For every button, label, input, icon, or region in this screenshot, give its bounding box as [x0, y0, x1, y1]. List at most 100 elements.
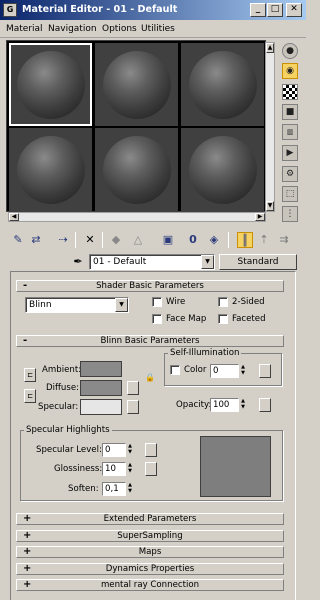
- menu-utilities[interactable]: Utilities: [141, 24, 175, 34]
- sample-type-sphere-icon[interactable]: ●: [282, 43, 298, 59]
- sample-uv-tiling-icon[interactable]: ■: [282, 104, 298, 120]
- rollout-shader-basic-parameters[interactable]: - Shader Basic Parameters: [16, 280, 284, 292]
- rollout-blinn-basic-parameters[interactable]: - Blinn Basic Parameters: [16, 335, 284, 347]
- diffuse-map-button[interactable]: [127, 381, 139, 395]
- face-map-label: Face Map: [166, 314, 207, 324]
- make-unique-icon[interactable]: △: [130, 232, 146, 248]
- opacity-spinner[interactable]: 100 ▲ ▼: [210, 398, 245, 412]
- background-checker-icon[interactable]: [282, 84, 298, 100]
- close-button[interactable]: ✕: [286, 3, 302, 17]
- backlight-icon[interactable]: ◉: [282, 63, 298, 79]
- rollout-supersampling[interactable]: + SuperSampling: [16, 530, 284, 542]
- sample-slot[interactable]: [181, 128, 264, 211]
- sample-slots-horizontal-scrollbar[interactable]: ◀ ▶: [8, 212, 266, 222]
- lock-ambient-diffuse-icon[interactable]: ⊏: [24, 368, 36, 382]
- show-map-in-viewport-icon[interactable]: ◈: [206, 232, 222, 248]
- opacity-value: 100: [213, 400, 230, 410]
- material-effects-channel-icon[interactable]: 0: [185, 232, 201, 248]
- lock-icon[interactable]: 🔒: [145, 372, 155, 384]
- specular-level-spinner[interactable]: 0 ▲ ▼: [102, 443, 132, 457]
- window-title: Material Editor - 01 - Default: [22, 4, 178, 15]
- go-to-parent-icon[interactable]: ⇡: [256, 232, 272, 248]
- sample-slot[interactable]: [9, 43, 92, 126]
- self-illum-value-spinner[interactable]: 0 ▲ ▼: [210, 364, 245, 378]
- wire-label: Wire: [166, 297, 186, 307]
- self-illum-value: 0: [213, 366, 219, 376]
- pick-material-eyedropper-icon[interactable]: ✒: [70, 254, 86, 270]
- assign-to-selection-icon[interactable]: ⇢: [55, 232, 71, 248]
- spinner-arrows-icon[interactable]: ▲ ▼: [126, 443, 134, 457]
- chevron-down-icon[interactable]: ▼: [115, 298, 128, 312]
- glossiness-spinner[interactable]: 10 ▲ ▼: [102, 462, 132, 476]
- material-map-navigator-icon[interactable]: ⋮: [282, 206, 298, 222]
- self-illum-map-button[interactable]: [259, 364, 271, 378]
- wire-checkbox[interactable]: [152, 297, 162, 307]
- get-material-icon[interactable]: ✎: [10, 232, 26, 248]
- self-illum-color-checkbox[interactable]: [170, 365, 180, 375]
- glossiness-value: 10: [105, 464, 116, 474]
- app-icon[interactable]: G: [3, 3, 17, 17]
- faceted-checkbox[interactable]: [218, 314, 228, 324]
- material-name-dropdown[interactable]: 01 - Default ▼: [89, 254, 215, 270]
- spinner-arrows-icon[interactable]: ▲ ▼: [126, 482, 134, 496]
- rollout-dynamics-properties[interactable]: + Dynamics Properties: [16, 563, 284, 575]
- scroll-down-arrow-icon[interactable]: ▼: [266, 201, 274, 211]
- chevron-down-icon[interactable]: ▼: [201, 255, 214, 269]
- face-map-checkbox[interactable]: [152, 314, 162, 324]
- rollout-maps[interactable]: + Maps: [16, 546, 284, 558]
- maximize-button[interactable]: □: [267, 3, 283, 17]
- rollout-title: Maps: [138, 547, 162, 557]
- put-to-library-icon[interactable]: ▣: [160, 232, 176, 248]
- reset-map-icon[interactable]: ✕: [82, 232, 98, 248]
- go-forward-to-sibling-icon[interactable]: ⇉: [276, 232, 292, 248]
- make-copy-icon[interactable]: ◆: [108, 232, 124, 248]
- scroll-right-arrow-icon[interactable]: ▶: [255, 213, 265, 221]
- diffuse-color-swatch[interactable]: [80, 380, 122, 396]
- ambient-color-swatch[interactable]: [80, 361, 122, 377]
- sample-slot[interactable]: [181, 43, 264, 126]
- menu-navigation[interactable]: Navigation: [48, 24, 97, 34]
- rollout-title: SuperSampling: [117, 531, 183, 541]
- two-sided-checkbox[interactable]: [218, 297, 228, 307]
- scroll-up-arrow-icon[interactable]: ▲: [266, 43, 274, 53]
- sample-slots-vertical-scrollbar[interactable]: ▲ ▼: [265, 42, 275, 212]
- soften-value: 0,1: [105, 484, 119, 494]
- minimize-button[interactable]: _: [250, 3, 266, 17]
- spinner-arrows-icon[interactable]: ▲ ▼: [239, 364, 247, 378]
- menu-material[interactable]: Material: [6, 24, 43, 34]
- show-end-result-icon[interactable]: ║: [237, 232, 253, 248]
- soften-spinner[interactable]: 0,1 ▲ ▼: [102, 482, 132, 496]
- put-to-scene-icon[interactable]: ⇄: [28, 232, 44, 248]
- glossiness-map-button[interactable]: [145, 462, 157, 476]
- sample-sphere: [17, 136, 85, 204]
- rollout-title: Shader Basic Parameters: [96, 281, 204, 291]
- specular-color-swatch[interactable]: [80, 399, 122, 415]
- glossiness-label: Glossiness:: [54, 464, 103, 474]
- sample-slot[interactable]: [95, 43, 178, 126]
- lock-diffuse-specular-icon[interactable]: ⊏: [24, 389, 36, 403]
- sample-slot[interactable]: [95, 128, 178, 211]
- menu-options[interactable]: Options: [102, 24, 137, 34]
- spinner-arrows-icon[interactable]: ▲ ▼: [239, 398, 247, 412]
- sample-sphere: [103, 51, 171, 119]
- faceted-label: Faceted: [232, 314, 266, 324]
- select-by-material-icon[interactable]: ⬚: [282, 186, 298, 202]
- options-icon[interactable]: ⚙: [282, 166, 298, 182]
- video-color-check-icon[interactable]: ▥: [282, 124, 298, 140]
- specular-level-value: 0: [105, 445, 111, 455]
- rollout-title: Extended Parameters: [103, 514, 197, 524]
- make-preview-icon[interactable]: ▶: [282, 145, 298, 161]
- sample-sphere: [103, 136, 171, 204]
- spinner-arrows-icon[interactable]: ▲ ▼: [126, 462, 134, 476]
- opacity-map-button[interactable]: [259, 398, 271, 412]
- self-illum-color-label: Color: [184, 365, 207, 375]
- specular-highlights-title: Specular Highlights: [24, 425, 112, 435]
- specular-level-map-button[interactable]: [145, 443, 157, 457]
- sample-slot[interactable]: [9, 128, 92, 211]
- shader-type-dropdown[interactable]: Blinn ▼: [25, 297, 129, 313]
- material-type-button[interactable]: Standard: [219, 254, 297, 270]
- rollout-extended-parameters[interactable]: + Extended Parameters: [16, 513, 284, 525]
- specular-map-button[interactable]: [127, 400, 139, 414]
- rollout-mental-ray-connection[interactable]: + mental ray Connection: [16, 579, 284, 591]
- scroll-left-arrow-icon[interactable]: ◀: [9, 213, 19, 221]
